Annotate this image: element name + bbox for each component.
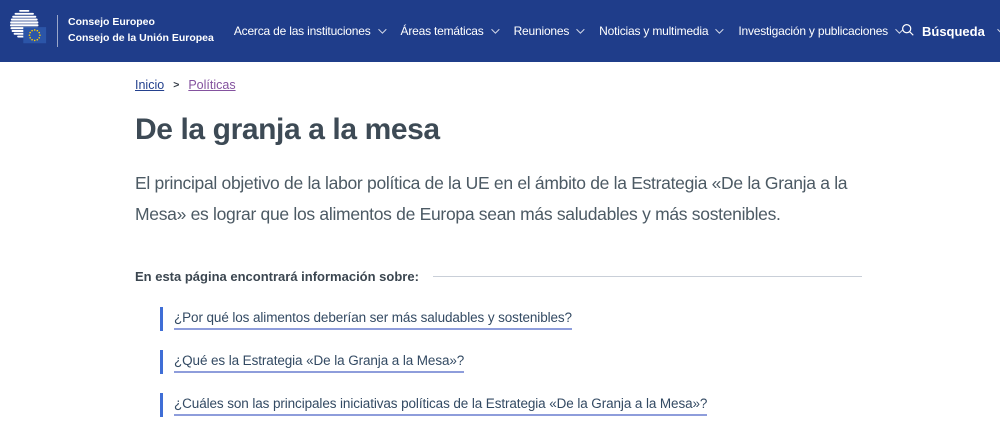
lead-paragraph: El principal objetivo de la labor políti… bbox=[135, 168, 862, 230]
nav-label: Investigación y publicaciones bbox=[738, 24, 888, 38]
breadcrumb-link-inicio[interactable]: Inicio bbox=[135, 78, 164, 92]
chevron-down-icon bbox=[378, 25, 386, 33]
nav-item-noticias[interactable]: Noticias y multimedia bbox=[599, 24, 721, 38]
toc-link-que-es-estrategia[interactable]: ¿Qué es la Estrategia «De la Granja a la… bbox=[174, 353, 464, 373]
search-label: Búsqueda bbox=[922, 24, 985, 39]
toc-link-saludables-sostenibles[interactable]: ¿Por qué los alimentos deberían ser más … bbox=[174, 310, 572, 330]
logo-line2: Consejo de la Unión Europea bbox=[68, 31, 214, 47]
on-this-page-label: En esta página encontrará información so… bbox=[135, 269, 419, 284]
site-header: Consejo Europeo Consejo de la Unión Euro… bbox=[0, 0, 1000, 62]
toc-list: ¿Por qué los alimentos deberían ser más … bbox=[135, 307, 862, 417]
toc-link-principales-iniciativas[interactable]: ¿Cuáles son las principales iniciativas … bbox=[174, 396, 707, 416]
chevron-down-icon bbox=[716, 25, 724, 33]
page-title: De la granja a la mesa bbox=[135, 113, 862, 147]
logo-text: Consejo Europeo Consejo de la Unión Euro… bbox=[57, 15, 214, 47]
toc-item: ¿Por qué los alimentos deberían ser más … bbox=[160, 307, 862, 331]
main-content: Inicio > Políticas De la granja a la mes… bbox=[135, 78, 862, 417]
main-nav: Acerca de las instituciones Áreas temáti… bbox=[234, 24, 901, 38]
logo-line1: Consejo Europeo bbox=[68, 15, 214, 31]
horizontal-rule bbox=[433, 276, 862, 277]
on-this-page-section: En esta página encontrará información so… bbox=[135, 269, 862, 284]
search-icon bbox=[901, 23, 915, 40]
nav-item-investigacion[interactable]: Investigación y publicaciones bbox=[738, 24, 901, 38]
nav-label: Noticias y multimedia bbox=[599, 24, 708, 38]
nav-item-instituciones[interactable]: Acerca de las instituciones bbox=[234, 24, 384, 38]
nav-item-reuniones[interactable]: Reuniones bbox=[514, 24, 583, 38]
breadcrumb-link-politicas[interactable]: Políticas bbox=[188, 78, 235, 92]
toc-item: ¿Cuáles son las principales iniciativas … bbox=[160, 393, 862, 417]
breadcrumb: Inicio > Políticas bbox=[135, 78, 862, 92]
consilium-lantern-flag-icon bbox=[10, 6, 48, 57]
nav-label: Reuniones bbox=[514, 24, 570, 38]
chevron-down-icon bbox=[491, 25, 499, 33]
consilium-logo[interactable]: Consejo Europeo Consejo de la Unión Euro… bbox=[10, 6, 214, 57]
nav-label: Áreas temáticas bbox=[401, 24, 484, 38]
nav-label: Acerca de las instituciones bbox=[234, 24, 371, 38]
breadcrumb-separator: > bbox=[173, 79, 179, 91]
toc-item: ¿Qué es la Estrategia «De la Granja a la… bbox=[160, 350, 862, 374]
nav-item-areas-tematicas[interactable]: Áreas temáticas bbox=[401, 24, 497, 38]
chevron-down-icon bbox=[576, 25, 584, 33]
search-button[interactable]: Búsqueda bbox=[901, 23, 1000, 40]
